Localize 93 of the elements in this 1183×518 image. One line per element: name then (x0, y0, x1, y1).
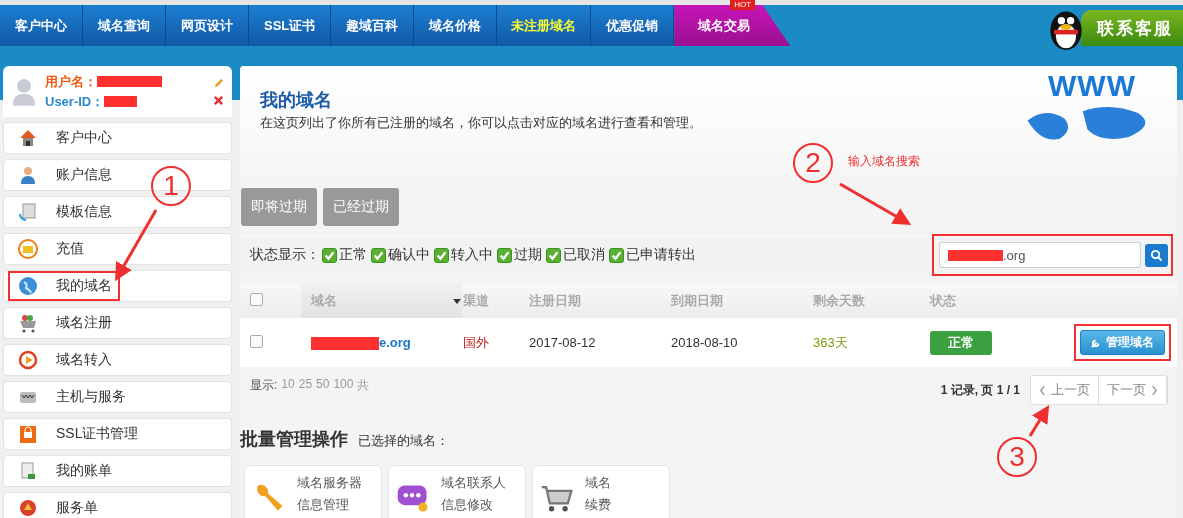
sidebar-item[interactable]: 充值 (3, 233, 232, 265)
sidebar-item[interactable]: 模板信息 (3, 196, 232, 228)
status-option-label: 转入中 (451, 246, 493, 264)
batch-action-card[interactable]: 域名 续费 (532, 465, 670, 518)
checkbox[interactable] (322, 247, 337, 263)
annotation-note: 输入域名搜索 (848, 153, 920, 170)
sidebar-item[interactable]: 域名注册 (3, 307, 232, 339)
table-cell: 2018-08-10 (671, 335, 738, 350)
user-id-label: User-ID： (45, 92, 105, 111)
checkbox[interactable] (434, 247, 449, 263)
step-number: 2 (793, 143, 833, 183)
sidebar-item[interactable]: 域名转入 (3, 344, 232, 376)
sidebar-item[interactable]: SSL证书管理 (3, 418, 232, 450)
contact-service-button[interactable]: 联系客服 (1081, 10, 1183, 46)
total-label: 共 (357, 377, 370, 394)
selected-domains-label: 已选择的域名： (358, 432, 449, 450)
avatar-icon (11, 76, 37, 107)
batch-action-card[interactable]: 域名服务器 信息管理 (244, 465, 382, 518)
checkbox[interactable] (497, 247, 512, 263)
card-label: 域名联系人 (441, 474, 506, 492)
house-icon (18, 128, 38, 148)
page-size-label: 显示: (250, 377, 278, 394)
edit-icon[interactable] (213, 77, 224, 89)
nav-tab[interactable]: 客户中心 (0, 5, 83, 46)
card-label: 域名 (585, 474, 611, 492)
status-filter-label: 状态显示： (250, 246, 320, 264)
close-icon[interactable] (213, 94, 224, 106)
coins-icon (18, 239, 38, 259)
card-label: 信息管理 (297, 496, 350, 514)
nav-tab[interactable]: 未注册域名 (497, 5, 592, 46)
search-field[interactable]: .org (939, 242, 1141, 268)
table-cell: 363天 (813, 334, 848, 350)
status-option-label: 确认中 (388, 246, 430, 264)
filter-button[interactable]: 即将过期 (241, 188, 317, 226)
checkbox[interactable] (371, 247, 386, 263)
page-size-option[interactable]: 100 (333, 377, 354, 405)
redaction-bar (311, 336, 379, 350)
nav-tab[interactable]: 域名查询 (83, 5, 166, 46)
sidebar-item[interactable]: 服务单 (3, 492, 232, 518)
person-icon (18, 165, 38, 185)
transfer-icon (18, 350, 38, 370)
card-label: 续费 (585, 496, 611, 514)
redaction-bar (104, 96, 138, 107)
sidebar-item[interactable]: 客户中心 (3, 122, 232, 154)
step-number: 3 (997, 437, 1037, 477)
table-cell: 国外 (463, 334, 489, 350)
annotation-arrow (1028, 404, 1050, 437)
checkbox[interactable] (250, 334, 263, 348)
manage-domain-button[interactable]: 管理域名 (1080, 330, 1165, 355)
sidebar-item[interactable]: 我的账单 (3, 455, 232, 487)
redaction-bar (948, 249, 1003, 261)
status-badge: 正常 (930, 330, 992, 355)
username-label: 用户名： (45, 72, 97, 91)
next-page-button[interactable]: 下一页 (1099, 376, 1167, 404)
redaction-bar (97, 76, 162, 87)
page-title: 我的域名 (260, 89, 333, 112)
nav-tab[interactable]: 优惠促销 (591, 5, 675, 46)
card-label: 信息修改 (441, 496, 494, 514)
service-icon (18, 498, 38, 518)
table-cell: 2017-08-12 (529, 335, 596, 350)
filter-button[interactable]: 已经过期 (323, 188, 399, 226)
page-description: 在这页列出了你所有已注册的域名，你可以点击对应的域名进行查看和管理。 (260, 114, 702, 132)
checkbox[interactable] (250, 293, 263, 306)
chevron-right-icon (1151, 384, 1158, 396)
previous-page-button[interactable]: 上一页 (1031, 376, 1099, 404)
nav-tab[interactable]: 网页设计 (166, 5, 249, 46)
search-button[interactable] (1145, 243, 1168, 267)
nav-tab[interactable]: SSL证书 (249, 5, 332, 46)
search-icon (1150, 248, 1163, 262)
sidebar-item[interactable]: 主机与服务 (3, 381, 232, 413)
checkbox[interactable] (609, 247, 624, 263)
cart-icon (18, 313, 38, 333)
world-map-drawing: WWW (1007, 66, 1177, 174)
nav-tab[interactable]: 域名价格 (414, 5, 498, 46)
domain-link[interactable]: e.org (379, 335, 411, 351)
status-option-label: 已申请转出 (626, 246, 696, 264)
step-number: 1 (151, 166, 191, 206)
document-icon (18, 202, 38, 222)
batch-action-card[interactable]: 域名联系人 信息修改 (388, 465, 526, 518)
section-title: 批量管理操作 (240, 428, 348, 451)
globe-icon (18, 276, 38, 296)
chevron-left-icon (1039, 384, 1046, 396)
status-option-label: 过期 (514, 246, 542, 264)
lock-icon (18, 424, 38, 444)
sidebar-item[interactable]: 我的域名 (3, 270, 232, 302)
bill-icon (18, 461, 38, 481)
hot-badge: HOT (730, 0, 756, 10)
status-option-label: 已取消 (563, 246, 605, 264)
card-label: 域名服务器 (297, 474, 362, 492)
pagination-summary: 1 记录, 页 1 / 1 (940, 381, 1020, 399)
checkbox[interactable] (546, 247, 561, 263)
nav-tab[interactable]: 趣域百科 (331, 5, 415, 46)
status-option-label: 正常 (339, 246, 367, 264)
